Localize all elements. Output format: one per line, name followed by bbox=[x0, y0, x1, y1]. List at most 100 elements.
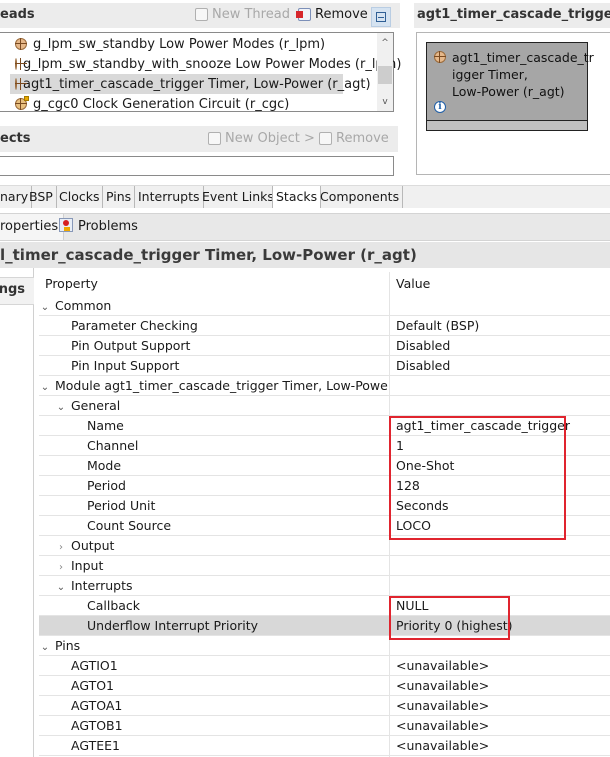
property-name: Underflow Interrupt Priority bbox=[87, 618, 259, 633]
property-row[interactable]: Period 128 bbox=[39, 476, 610, 496]
property-value[interactable]: One-Shot bbox=[396, 456, 454, 475]
info-icon[interactable]: i bbox=[434, 101, 446, 113]
property-name-cell: Parameter Checking bbox=[39, 316, 389, 335]
remove-thread-button[interactable]: Remove bbox=[296, 7, 368, 22]
property-row[interactable]: ⌄ Pins bbox=[39, 636, 610, 656]
threads-panel-header: eads New Thread Remove bbox=[0, 3, 400, 28]
remove-object-button[interactable]: Remove bbox=[319, 131, 389, 146]
new-object-button[interactable]: New Object > bbox=[208, 131, 315, 146]
chevron-down-icon[interactable]: ⌄ bbox=[55, 578, 67, 595]
header-value[interactable]: Value bbox=[396, 276, 430, 291]
property-row[interactable]: ⌄ Common bbox=[39, 296, 610, 316]
list-item-selected[interactable]: agt1_timer_cascade_trigger Timer, Low-Po… bbox=[10, 74, 371, 94]
chevron-down-icon[interactable]: ⌄ bbox=[39, 298, 51, 315]
property-row[interactable]: AGTOB1 <unavailable> bbox=[39, 716, 610, 736]
list-item[interactable]: g_lpm_sw_standby_with_snooze Low Power M… bbox=[0, 54, 401, 74]
list-item[interactable]: g_cgc0 Clock Generation Circuit (r_cgc) bbox=[0, 94, 376, 114]
property-value[interactable]: <unavailable> bbox=[396, 676, 489, 695]
property-value[interactable]: 128 bbox=[396, 476, 420, 495]
chevron-down-icon[interactable]: ⌄ bbox=[39, 638, 51, 655]
scroll-down-icon[interactable]: v bbox=[377, 95, 393, 109]
property-value[interactable]: Disabled bbox=[396, 336, 450, 355]
threads-list: g_lpm_sw_standby Low Power Modes (r_lpm)… bbox=[0, 32, 401, 114]
property-row[interactable]: AGTO1 <unavailable> bbox=[39, 676, 610, 696]
property-row[interactable]: Name agt1_timer_cascade_trigger bbox=[39, 416, 610, 436]
property-row[interactable]: Parameter Checking Default (BSP) bbox=[39, 316, 610, 336]
remove-object-label: Remove bbox=[336, 131, 389, 146]
property-row[interactable]: ⌄ Module agt1_timer_cascade_trigger Timer… bbox=[39, 376, 610, 396]
property-value[interactable]: LOCO bbox=[396, 516, 431, 535]
property-row[interactable]: Channel 1 bbox=[39, 436, 610, 456]
property-value[interactable]: <unavailable> bbox=[396, 716, 489, 735]
property-row[interactable]: Underflow Interrupt Priority Priority 0 (… bbox=[39, 616, 610, 636]
collapse-button[interactable] bbox=[371, 7, 391, 27]
property-name-cell: Underflow Interrupt Priority bbox=[39, 616, 389, 635]
tab-properties[interactable]: roperties bbox=[0, 214, 65, 240]
property-row[interactable]: AGTOA1 <unavailable> bbox=[39, 696, 610, 716]
list-item-label: g_lpm_sw_standby_with_snooze Low Power M… bbox=[23, 56, 402, 72]
chevron-down-icon[interactable]: ⌄ bbox=[39, 378, 51, 395]
property-row[interactable]: Pin Output Support Disabled bbox=[39, 336, 610, 356]
property-name: Pin Output Support bbox=[71, 338, 191, 353]
property-name: Count Source bbox=[87, 518, 172, 533]
new-thread-icon bbox=[195, 8, 208, 21]
property-value[interactable]: NULL bbox=[396, 596, 428, 615]
property-row[interactable]: › Input bbox=[39, 556, 610, 576]
property-row[interactable]: AGTEE1 <unavailable> bbox=[39, 736, 610, 756]
chevron-right-icon[interactable]: › bbox=[55, 538, 67, 555]
property-value[interactable]: <unavailable> bbox=[396, 736, 489, 755]
property-value[interactable]: Disabled bbox=[396, 356, 450, 375]
property-row[interactable]: Pin Input Support Disabled bbox=[39, 356, 610, 376]
tab-pins[interactable]: Pins bbox=[103, 186, 136, 208]
tab-stacks[interactable]: Stacks bbox=[272, 186, 322, 208]
property-value[interactable]: Seconds bbox=[396, 496, 449, 515]
property-value[interactable]: <unavailable> bbox=[396, 696, 489, 715]
property-value[interactable]: <unavailable> bbox=[396, 656, 489, 675]
properties-side-tabs: ngs bbox=[0, 268, 34, 757]
tab-components[interactable]: Components bbox=[317, 186, 404, 208]
objects-panel-title: ects bbox=[0, 131, 31, 146]
tab-clocks[interactable]: Clocks bbox=[56, 186, 104, 208]
property-row[interactable]: Period Unit Seconds bbox=[39, 496, 610, 516]
property-value[interactable]: Default (BSP) bbox=[396, 316, 479, 335]
stack-diagram-header: agt1_timer_cascade_trigger Timer, Low-Po… bbox=[414, 3, 610, 28]
property-name: AGTEE1 bbox=[71, 738, 120, 753]
stack-module-icon bbox=[434, 51, 446, 63]
property-row[interactable]: Count Source LOCO bbox=[39, 516, 610, 536]
property-row[interactable]: Callback NULL bbox=[39, 596, 610, 616]
property-row[interactable]: Mode One-Shot bbox=[39, 456, 610, 476]
property-name-cell: ⌄ Interrupts bbox=[39, 576, 389, 595]
property-row[interactable]: AGTIO1 <unavailable> bbox=[39, 656, 610, 676]
property-name-cell: ⌄ Pins bbox=[39, 636, 389, 655]
list-item[interactable]: g_lpm_sw_standby Low Power Modes (r_lpm) bbox=[0, 34, 376, 54]
chevron-down-icon[interactable]: ⌄ bbox=[55, 398, 67, 415]
property-name: Callback bbox=[87, 598, 141, 613]
property-value[interactable]: Priority 0 (highest) bbox=[396, 616, 513, 635]
property-row[interactable]: › Output bbox=[39, 536, 610, 556]
tab-interrupts[interactable]: Interrupts bbox=[135, 186, 204, 208]
chevron-right-icon[interactable]: › bbox=[55, 558, 67, 575]
property-name: Input bbox=[71, 558, 104, 573]
property-value[interactable]: agt1_timer_cascade_trigger bbox=[396, 416, 570, 435]
tab-event-links[interactable]: Event Links bbox=[199, 186, 278, 208]
remove-object-icon bbox=[319, 132, 332, 145]
module-block[interactable]: agt1_timer_cascade_tr igger Timer, Low-P… bbox=[426, 42, 594, 131]
property-row[interactable]: ⌄ Interrupts bbox=[39, 576, 610, 596]
new-object-icon bbox=[208, 132, 221, 145]
property-name: Mode bbox=[87, 458, 122, 473]
threads-scrollbar[interactable]: ^ v bbox=[377, 33, 393, 111]
new-object-label: New Object > bbox=[225, 131, 315, 146]
scrollbar-thumb[interactable] bbox=[378, 66, 392, 84]
new-thread-button[interactable]: New Thread bbox=[195, 7, 290, 22]
property-value[interactable]: 1 bbox=[396, 436, 404, 455]
property-row[interactable]: ⌄ General bbox=[39, 396, 610, 416]
header-property[interactable]: Property bbox=[45, 276, 98, 291]
side-tab-settings[interactable]: ngs bbox=[0, 278, 34, 305]
property-name: Pins bbox=[55, 638, 81, 653]
tab-problems[interactable]: Problems bbox=[59, 214, 138, 240]
property-name: Output bbox=[71, 538, 115, 553]
scroll-up-icon[interactable]: ^ bbox=[377, 36, 393, 50]
objects-list bbox=[0, 156, 394, 176]
stack-diagram-area: agt1_timer_cascade_tr igger Timer, Low-P… bbox=[416, 32, 610, 175]
tab-bsp[interactable]: BSP bbox=[26, 186, 57, 208]
